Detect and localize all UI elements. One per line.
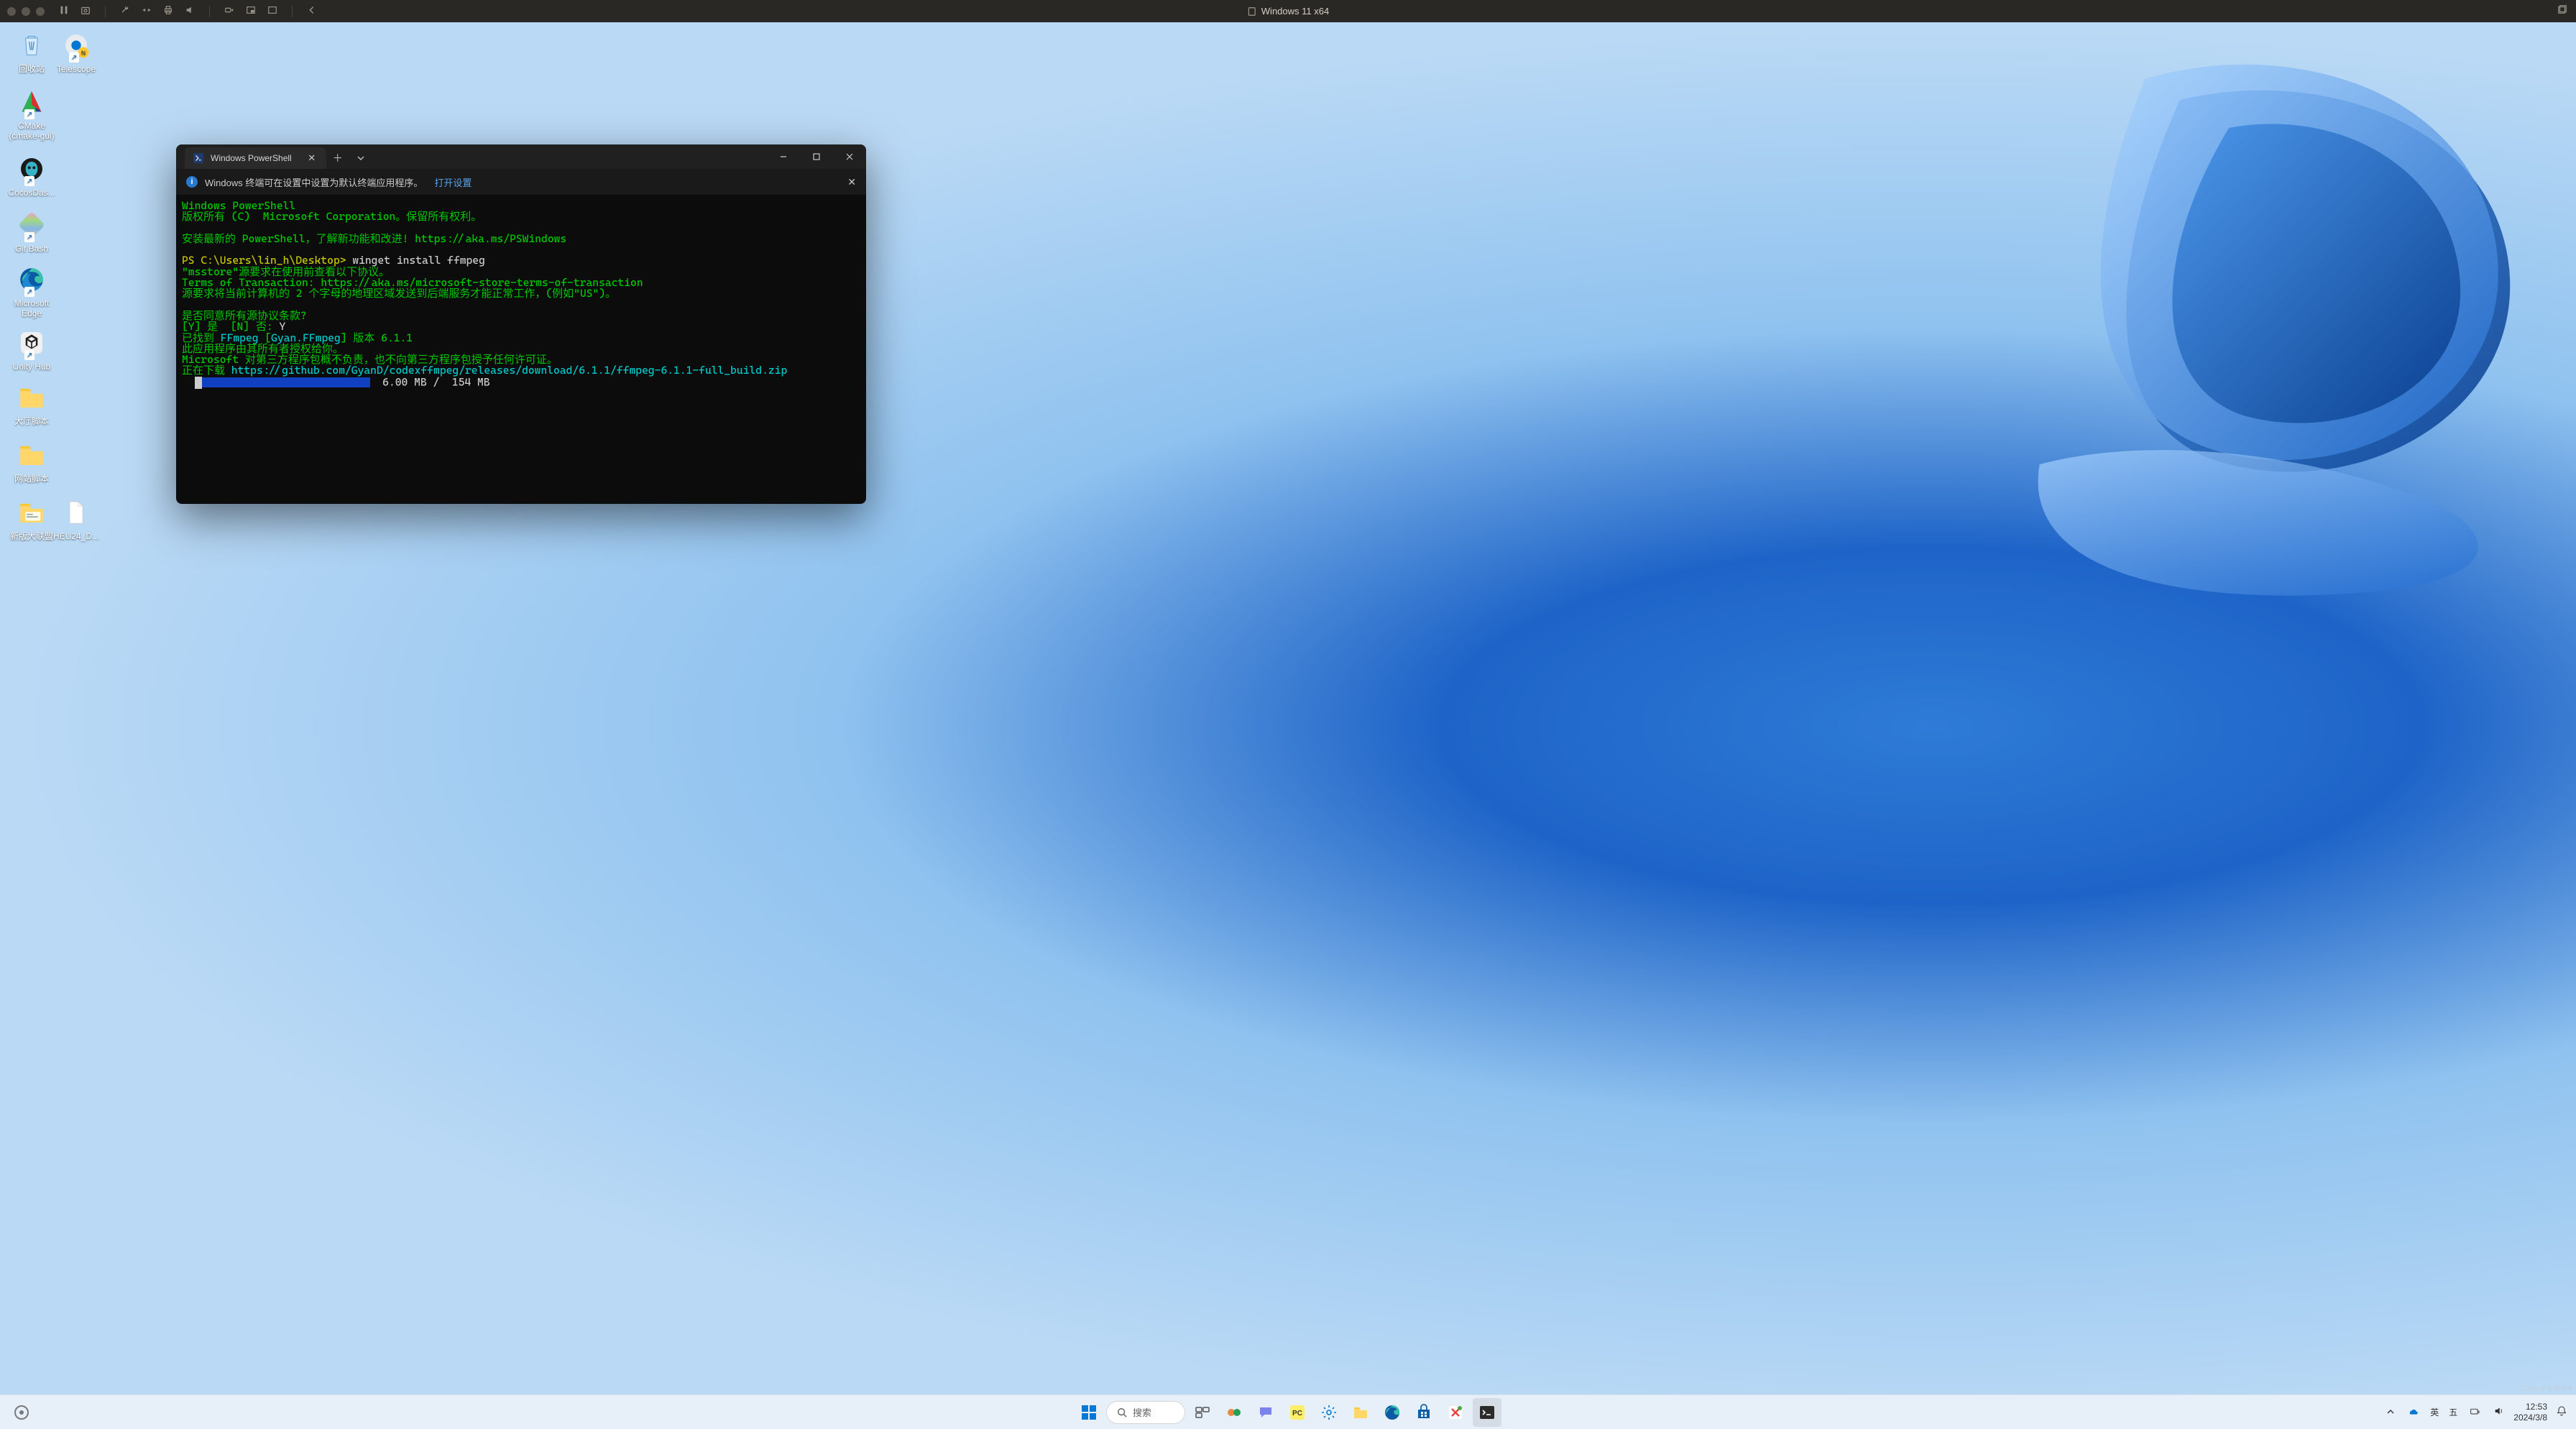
taskbar-terminal[interactable] xyxy=(1473,1398,1501,1427)
tray-clock[interactable]: 12:53 2024/3/8 xyxy=(2513,1402,2547,1423)
svg-text:PC: PC xyxy=(1292,1410,1302,1417)
icon-label: HEU24_D... xyxy=(49,531,104,541)
desktop-icon-cocos[interactable]: ↗ CocosDas... xyxy=(4,152,59,198)
taskbar-settings[interactable] xyxy=(1315,1398,1343,1427)
progress-bar xyxy=(202,377,370,387)
desktop-icon-folder2[interactable]: 网站脚本 xyxy=(4,438,59,484)
search-placeholder: 搜索 xyxy=(1133,1405,1151,1419)
terminal-tabstrip: Windows PowerShell ✕ ＋ xyxy=(176,144,866,169)
camera-icon[interactable] xyxy=(224,5,234,17)
taskbar-explorer[interactable] xyxy=(1346,1398,1375,1427)
resize-icon[interactable] xyxy=(142,5,152,17)
vm-doc-icon xyxy=(1247,6,1257,17)
pip-icon[interactable] xyxy=(246,5,256,17)
t-line: 正在下载 xyxy=(182,364,231,377)
windows-desktop[interactable]: 回收站 N↗ Telescope ↗ CMake (cmake-gui) ↗ C… xyxy=(0,22,2576,1429)
t-line: 源要求将当前计算机的 2 个字母的地理区域发送到后端服务才能正常工作，(例如"U… xyxy=(182,287,616,300)
taskbar-app1[interactable] xyxy=(1441,1398,1470,1427)
icon-label: CocosDas... xyxy=(4,188,59,198)
desktop-icon-unity[interactable]: ↗ Unity Hub xyxy=(4,326,59,372)
clock-date: 2024/3/8 xyxy=(2513,1412,2547,1423)
tray-notifications-button[interactable] xyxy=(2552,1405,2572,1419)
sound-icon[interactable] xyxy=(185,5,195,17)
t-line: ] 版本 6.1.1 xyxy=(341,331,413,344)
multi-window-icon[interactable] xyxy=(2557,4,2567,18)
taskbar-pycharm[interactable]: PC xyxy=(1283,1398,1312,1427)
terminal-tab[interactable]: Windows PowerShell ✕ xyxy=(185,147,326,169)
taskbar-search[interactable]: 搜索 xyxy=(1106,1401,1185,1424)
terminal-window[interactable]: Windows PowerShell ✕ ＋ i Windows 终端可在设置中… xyxy=(176,144,866,504)
window-close-button[interactable] xyxy=(833,144,866,169)
pause-icon[interactable] xyxy=(59,5,69,17)
vm-title: Windows 11 x64 xyxy=(1261,6,1329,17)
info-text: Windows 终端可在设置中设置为默认终端应用程序。 xyxy=(205,175,423,189)
host-tool-buttons xyxy=(59,5,317,17)
progress-cursor xyxy=(195,377,202,389)
icon-label: Microsoft Edge xyxy=(4,298,59,319)
terminal-body[interactable]: Windows PowerShell 版权所有 (C) Microsoft Co… xyxy=(176,195,866,504)
taskbar-widgets[interactable] xyxy=(1220,1398,1248,1427)
tray-volume-icon[interactable] xyxy=(2489,1405,2509,1419)
tab-dropdown-button[interactable] xyxy=(349,147,372,169)
host-toolbar: Windows 11 x64 xyxy=(0,0,2576,22)
watermark-text: CSDN 学生读书号 xyxy=(2518,1384,2573,1393)
snapshot-icon[interactable] xyxy=(80,5,91,17)
desktop-icon-telescope[interactable]: N↗ Telescope xyxy=(49,28,104,74)
icon-label: 大厅脚本 xyxy=(4,416,59,426)
mac-zoom-button[interactable] xyxy=(36,7,45,16)
new-tab-button[interactable]: ＋ xyxy=(326,147,349,169)
svg-text:N: N xyxy=(81,49,86,56)
tray-onedrive-icon[interactable] xyxy=(2403,1405,2423,1419)
bloom-wallpaper xyxy=(1908,44,2576,605)
back-icon[interactable] xyxy=(307,5,317,17)
mac-close-button[interactable] xyxy=(7,7,16,16)
ime-lang1[interactable]: 英 xyxy=(2427,1406,2442,1418)
taskbar-edge[interactable] xyxy=(1378,1398,1407,1427)
taskbar-store[interactable] xyxy=(1409,1398,1438,1427)
desktop-icon-edge[interactable]: ↗ Microsoft Edge xyxy=(4,262,59,319)
icon-label: Telescope xyxy=(49,64,104,74)
window-maximize-button[interactable] xyxy=(800,144,833,169)
search-icon xyxy=(1117,1407,1127,1417)
icon-label: 网站脚本 xyxy=(4,474,59,484)
powershell-icon xyxy=(193,153,203,163)
ime-lang2[interactable]: 五 xyxy=(2446,1406,2460,1418)
progress-text: 6.00 MB / 154 MB xyxy=(370,375,490,388)
tab-title: Windows PowerShell xyxy=(211,153,292,163)
clock-time: 12:53 xyxy=(2513,1402,2547,1412)
wrench-icon[interactable] xyxy=(120,5,130,17)
desktop-icon-gitbash[interactable]: ↗ Git Bash xyxy=(4,208,59,254)
fullscreen-icon[interactable] xyxy=(267,5,277,17)
start-button[interactable] xyxy=(1075,1398,1103,1427)
taskbar-chat[interactable] xyxy=(1251,1398,1280,1427)
taskbar-copilot-icon[interactable] xyxy=(7,1398,36,1427)
icon-label: Git Bash xyxy=(4,244,59,254)
info-close-button[interactable]: ✕ xyxy=(847,176,856,188)
windows-taskbar: 搜索 PC 英 五 12:53 2024/3/8 xyxy=(0,1394,2576,1429)
info-icon: i xyxy=(186,176,198,188)
tray-expand-button[interactable] xyxy=(2383,1407,2398,1417)
open-settings-link[interactable]: 打开设置 xyxy=(434,175,472,189)
desktop-icon-file1[interactable]: HEU24_D... xyxy=(49,495,104,541)
icon-label: Unity Hub xyxy=(4,362,59,372)
window-minimize-button[interactable] xyxy=(767,144,800,169)
tab-close-button[interactable]: ✕ xyxy=(306,152,318,164)
desktop-icon-cmake[interactable]: ↗ CMake (cmake-gui) xyxy=(4,85,59,142)
printer-icon[interactable] xyxy=(163,5,173,17)
tray-network-icon[interactable] xyxy=(2465,1405,2485,1419)
taskbar-task-view[interactable] xyxy=(1188,1398,1217,1427)
t-line: 版权所有 (C) Microsoft Corporation。保留所有权利。 xyxy=(182,210,482,223)
t-url: https://github.com/GyanD/codexffmpeg/rel… xyxy=(231,364,787,377)
icon-label: CMake (cmake-gui) xyxy=(4,121,59,142)
desktop-icon-folder1[interactable]: 大厅脚本 xyxy=(4,380,59,426)
t-line: 安装最新的 PowerShell，了解新功能和改进! https://aka.m… xyxy=(182,232,566,245)
terminal-info-bar: i Windows 终端可在设置中设置为默认终端应用程序。 打开设置 ✕ xyxy=(176,169,866,195)
mac-minimize-button[interactable] xyxy=(22,7,30,16)
